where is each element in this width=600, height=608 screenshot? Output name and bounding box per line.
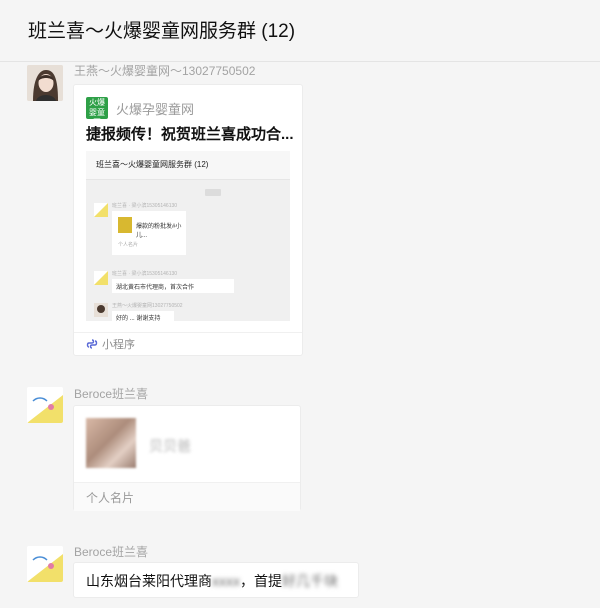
app-logo: 火爆婴童网	[86, 97, 108, 127]
blurred-text: xxxx	[212, 573, 240, 589]
preview-bubble-text: 爆款的粉批发#小儿...	[136, 224, 182, 239]
blurred-text: 好几千块	[282, 573, 338, 589]
preview-text-bubble: 好的 ... 谢谢支持	[112, 311, 174, 321]
card-divider	[74, 332, 302, 333]
preview-header: 班兰喜～火爆婴童网服务群 (12)	[86, 151, 290, 180]
preview-avatar	[94, 271, 108, 285]
preview-bubble-sub: 个人名片	[118, 242, 139, 248]
mini-program-icon	[86, 338, 98, 351]
preview-sender: 班兰喜 · 梁小滨15305146130	[112, 271, 178, 277]
preview-text-bubble: 湖北黄石市代理商，首次合作	[112, 279, 234, 293]
avatar[interactable]	[27, 387, 63, 423]
preview-timestamp	[205, 189, 221, 196]
chat-title: 班兰喜～火爆婴童网服务群 (12)	[28, 21, 296, 42]
preview-sender: 班兰喜 · 梁小滨15305146130	[112, 203, 178, 209]
card-footer: 小程序	[86, 336, 135, 352]
message-text: 山东烟台莱阳代理商xxxx，首提好几千块	[86, 571, 338, 591]
preview-sender: 王燕～火爆婴童网13027750502	[112, 303, 183, 309]
footer-label: 个人名片	[86, 491, 135, 505]
preview-contact-bubble: 爆款的粉批发#小儿... 个人名片	[112, 211, 186, 255]
avatar[interactable]	[27, 65, 63, 101]
preview-chat-title: 班兰喜～火爆婴童网服务群 (12)	[96, 160, 209, 169]
sender-name: Beroce班兰喜	[74, 545, 149, 559]
preview-avatar	[94, 203, 108, 217]
avatar[interactable]	[27, 546, 63, 582]
contact-card[interactable]: 贝贝爸 个人名片	[73, 405, 301, 511]
preview-bubble-text: 好的 ... 谢谢支持	[116, 316, 161, 321]
text-message-bubble[interactable]: 山东烟台莱阳代理商xxxx，首提好几千块	[73, 562, 359, 598]
preview-bubble-text: 湖北黄石市代理商，首次合作	[116, 285, 195, 291]
footer-label: 小程序	[102, 339, 135, 351]
contact-photo	[86, 418, 136, 468]
message-text-part: 山东烟台莱阳代理商	[86, 573, 212, 589]
card-footer: 个人名片	[74, 482, 300, 511]
mini-program-card[interactable]: 火爆婴童网 火爆孕婴童网 捷报频传！祝贺班兰喜成功合... 班兰喜～火爆婴童网服…	[73, 84, 303, 356]
chat-header: 班兰喜～火爆婴童网服务群 (12)	[0, 0, 600, 62]
sender-name: Beroce班兰喜	[74, 387, 149, 401]
card-preview-image: 班兰喜～火爆婴童网服务群 (12) 班兰喜 · 梁小滨15305146130 爆…	[86, 151, 290, 321]
app-name: 火爆孕婴童网	[116, 102, 195, 117]
preview-avatar	[94, 303, 108, 317]
message-text-part: ，首提	[240, 573, 282, 589]
contact-name: 贝贝爸	[149, 438, 191, 454]
sender-name: 王燕～火爆婴童网～13027750502	[74, 64, 256, 78]
card-title: 捷报频传！祝贺班兰喜成功合...	[86, 126, 294, 143]
